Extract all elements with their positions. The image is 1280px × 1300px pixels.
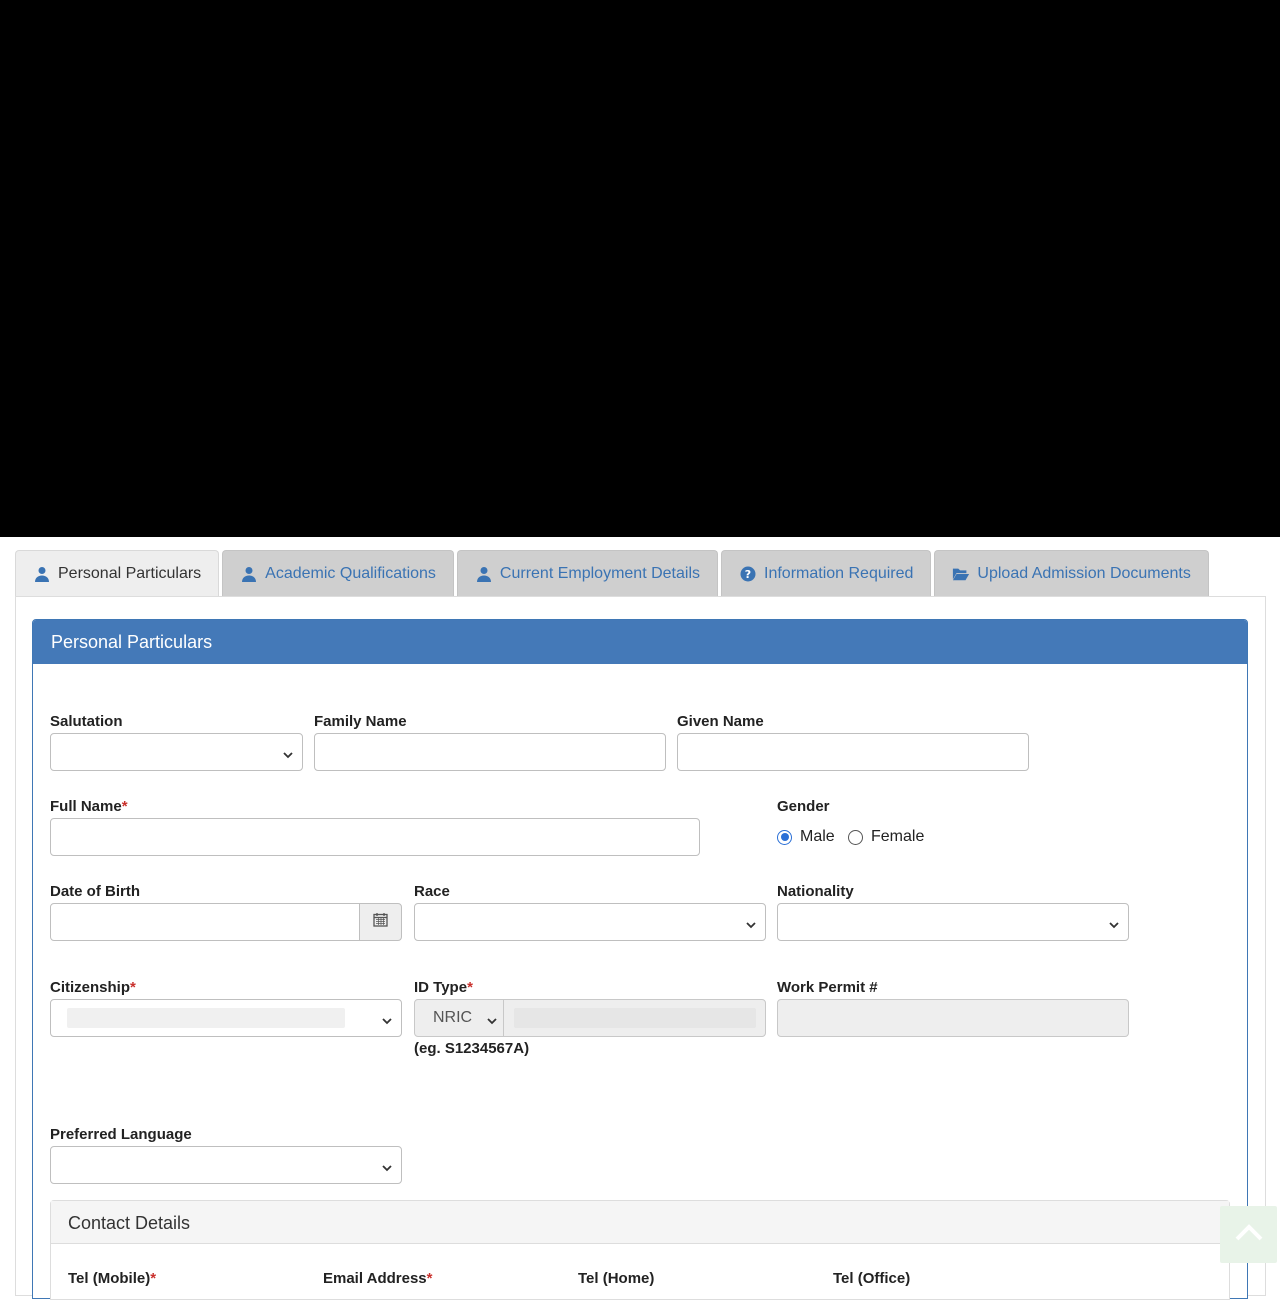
radio-female[interactable]: [848, 829, 863, 845]
citizenship-select[interactable]: [50, 999, 402, 1037]
tel-office-label: Tel (Office): [833, 1270, 911, 1287]
tab-current-employment-details[interactable]: Current Employment Details: [456, 550, 718, 597]
date-of-birth-input[interactable]: [50, 903, 360, 941]
user-icon: [240, 565, 258, 583]
salutation-select[interactable]: [50, 733, 303, 771]
blurred-value: [67, 1008, 345, 1028]
id-type-value: NRIC: [433, 1009, 473, 1026]
chevron-down-icon: [746, 917, 756, 929]
panel-title: Personal Particulars: [33, 620, 1247, 664]
tab-upload-admission-documents[interactable]: Upload Admission Documents: [934, 550, 1209, 597]
email-address-label: Email Address*: [323, 1270, 433, 1287]
chevron-down-icon: [382, 1160, 392, 1172]
full-name-input[interactable]: [50, 818, 700, 856]
tab-label: Academic Qualifications: [265, 565, 436, 582]
work-permit-label: Work Permit #: [777, 979, 878, 996]
personal-particulars-panel: Personal Particulars: [32, 619, 1248, 1299]
user-icon: [33, 565, 51, 583]
citizenship-label: Citizenship*: [50, 979, 136, 996]
nationality-select[interactable]: [777, 903, 1129, 941]
chevron-down-icon: [382, 1013, 392, 1025]
tab-personal-particulars[interactable]: Personal Particulars: [15, 550, 220, 597]
id-type-label: ID Type*: [414, 979, 473, 996]
chevron-down-icon: [487, 1013, 497, 1025]
nationality-label: Nationality: [777, 883, 854, 900]
gender-option-male[interactable]: Male: [777, 828, 835, 846]
calendar-button[interactable]: [359, 903, 402, 941]
contact-details-title: Contact Details: [51, 1201, 1229, 1244]
calendar-icon: [373, 912, 388, 932]
scroll-to-top-button[interactable]: [1220, 1206, 1277, 1263]
radio-label-male: Male: [800, 828, 835, 845]
full-name-label: Full Name*: [50, 798, 128, 815]
folder-open-icon: [952, 565, 970, 583]
work-permit-input[interactable]: [777, 999, 1129, 1037]
radio-label-female: Female: [871, 828, 925, 845]
given-name-label: Given Name: [677, 713, 764, 730]
given-name-input[interactable]: [677, 733, 1029, 771]
id-number-input[interactable]: [503, 999, 766, 1037]
gender-label: Gender: [777, 798, 830, 815]
race-select[interactable]: [414, 903, 766, 941]
salutation-label: Salutation: [50, 713, 123, 730]
blank-region: [0, 0, 1280, 537]
tel-mobile-label: Tel (Mobile)*: [68, 1270, 157, 1287]
user-icon: [475, 565, 493, 583]
chevron-down-icon: [1109, 917, 1119, 929]
question-circle-icon: ?: [739, 565, 757, 583]
tab-academic-qualifications[interactable]: Academic Qualifications: [222, 550, 454, 597]
chevron-up-icon: [1234, 1222, 1264, 1247]
race-label: Race: [414, 883, 450, 900]
blurred-value: [514, 1008, 756, 1028]
tab-bar: Personal Particulars Academic Qualificat…: [15, 550, 1212, 597]
family-name-input[interactable]: [314, 733, 666, 771]
preferred-language-select[interactable]: [50, 1146, 402, 1184]
preferred-language-label: Preferred Language: [50, 1126, 192, 1143]
date-of-birth-label: Date of Birth: [50, 883, 140, 900]
id-format-hint: (eg. S1234567A): [414, 1040, 530, 1057]
tab-information-required[interactable]: ? Information Required: [721, 550, 932, 597]
chevron-down-icon: [283, 747, 293, 759]
tab-label: Current Employment Details: [499, 565, 700, 582]
tab-label: Personal Particulars: [58, 565, 202, 582]
gender-option-female[interactable]: Female: [848, 828, 924, 846]
tel-home-label: Tel (Home): [578, 1270, 655, 1287]
svg-text:?: ?: [745, 568, 751, 581]
tab-label: Information Required: [764, 565, 914, 582]
id-type-select[interactable]: NRIC: [414, 999, 504, 1037]
tab-label: Upload Admission Documents: [977, 565, 1191, 582]
radio-male[interactable]: [777, 829, 792, 845]
family-name-label: Family Name: [314, 713, 407, 730]
